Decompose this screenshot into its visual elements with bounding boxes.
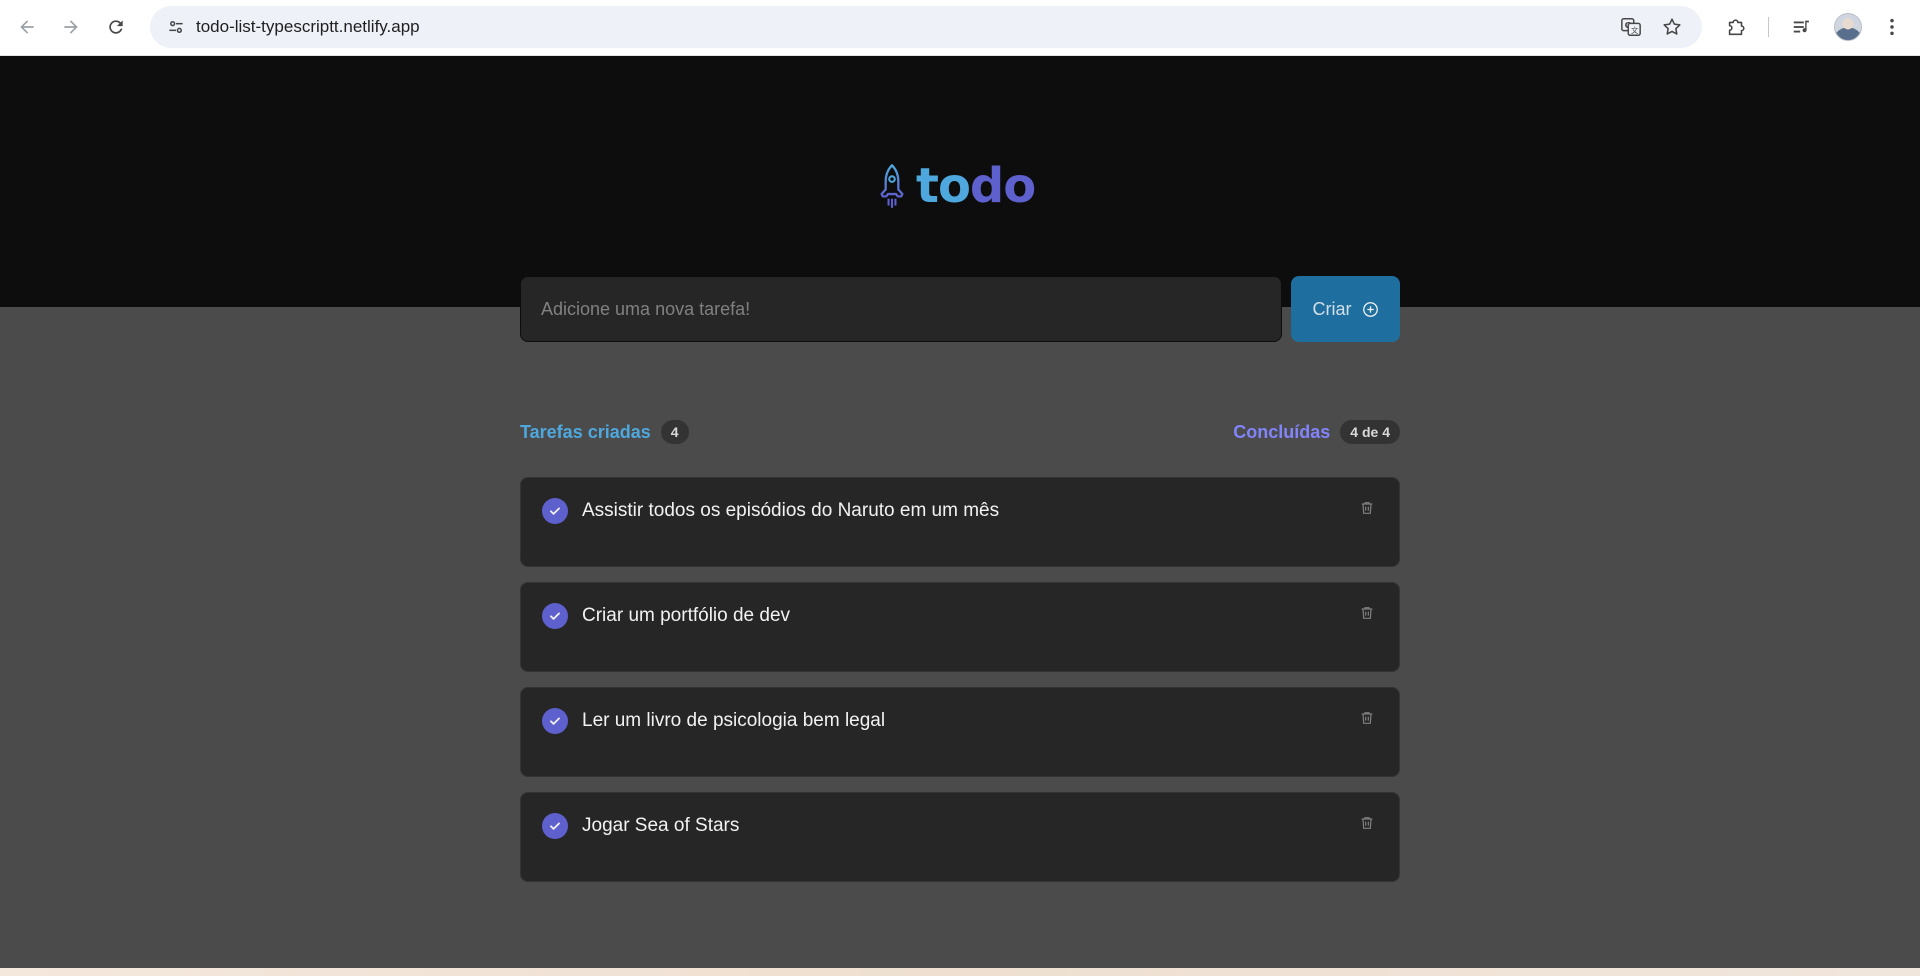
back-arrow-icon bbox=[20, 20, 34, 34]
delete-task-button[interactable] bbox=[1355, 496, 1379, 520]
task-item: Assistir todos os episódios do Naruto em… bbox=[520, 477, 1400, 567]
rocket-icon bbox=[880, 164, 904, 208]
completed-tasks-counter: Concluídas 4 de 4 bbox=[1233, 420, 1400, 444]
tune-icon bbox=[169, 20, 183, 33]
task-checkbox[interactable] bbox=[542, 708, 568, 734]
check-icon bbox=[550, 822, 560, 830]
trash-icon bbox=[1361, 712, 1373, 724]
menu-button[interactable] bbox=[1876, 11, 1908, 43]
created-tasks-counter: Tarefas criadas 4 bbox=[520, 420, 689, 444]
app-page: todo Criar Tarefas criadas 4 Concluídas … bbox=[0, 56, 1920, 968]
svg-text:文: 文 bbox=[1631, 26, 1639, 35]
toolbar-divider bbox=[1768, 17, 1769, 37]
forward-arrow-icon bbox=[64, 20, 78, 34]
plus-circle-icon bbox=[1362, 301, 1378, 317]
created-tasks-badge: 4 bbox=[660, 420, 689, 444]
reload-button[interactable] bbox=[99, 10, 133, 44]
app-header: todo bbox=[0, 56, 1920, 307]
media-queue-icon bbox=[1793, 20, 1809, 33]
task-checkbox[interactable] bbox=[542, 603, 568, 629]
logo: todo bbox=[878, 156, 1036, 216]
star-icon bbox=[1663, 18, 1681, 35]
trash-icon bbox=[1361, 607, 1373, 619]
create-task-button[interactable]: Criar bbox=[1291, 276, 1400, 342]
completed-tasks-badge: 4 de 4 bbox=[1340, 420, 1400, 444]
task-text: Assistir todos os episódios do Naruto em… bbox=[582, 500, 1000, 521]
translate-button[interactable]: G 文 bbox=[1617, 13, 1645, 41]
task-text: Ler um livro de psicologia bem legal bbox=[582, 710, 886, 731]
completed-tasks-label: Concluídas bbox=[1233, 421, 1331, 442]
task-checkbox[interactable] bbox=[542, 498, 568, 524]
back-button[interactable] bbox=[10, 10, 44, 44]
translate-icon: G 文 bbox=[1621, 18, 1641, 36]
delete-task-button[interactable] bbox=[1355, 811, 1379, 835]
task-list: Assistir todos os episódios do Naruto em… bbox=[520, 477, 1400, 897]
task-checkbox[interactable] bbox=[542, 813, 568, 839]
bookmark-button[interactable] bbox=[1658, 13, 1686, 41]
site-info-button[interactable] bbox=[160, 11, 192, 43]
task-item: Ler um livro de psicologia bem legal bbox=[520, 687, 1400, 777]
reload-icon bbox=[109, 20, 123, 34]
trash-icon bbox=[1361, 502, 1373, 514]
extensions-button[interactable] bbox=[1720, 11, 1752, 43]
logo-text: todo bbox=[916, 158, 1036, 214]
profile-avatar[interactable] bbox=[1834, 13, 1862, 41]
delete-task-button[interactable] bbox=[1355, 601, 1379, 625]
address-bar[interactable]: todo-list-typescriptt.netlify.app G 文 bbox=[150, 6, 1702, 48]
created-tasks-label: Tarefas criadas bbox=[520, 421, 651, 442]
puzzle-icon bbox=[1728, 19, 1745, 36]
kebab-menu-icon bbox=[1890, 18, 1894, 36]
trash-icon bbox=[1361, 817, 1373, 829]
browser-toolbar: todo-list-typescriptt.netlify.app G 文 bbox=[0, 0, 1920, 56]
logo-text-do: do bbox=[969, 158, 1036, 214]
check-icon bbox=[550, 507, 560, 515]
logo-text-to: to bbox=[916, 158, 971, 214]
create-button-label: Criar bbox=[1312, 298, 1352, 319]
task-text: Jogar Sea of Stars bbox=[582, 815, 740, 836]
media-button[interactable] bbox=[1786, 11, 1818, 43]
check-icon bbox=[550, 717, 560, 725]
forward-button[interactable] bbox=[54, 10, 88, 44]
task-item: Jogar Sea of Stars bbox=[520, 792, 1400, 882]
delete-task-button[interactable] bbox=[1355, 706, 1379, 730]
task-text: Criar um portfólio de dev bbox=[582, 605, 791, 626]
new-task-input[interactable] bbox=[520, 276, 1282, 342]
bottom-edge bbox=[0, 968, 1920, 976]
url-text[interactable]: todo-list-typescriptt.netlify.app bbox=[196, 6, 420, 48]
check-icon bbox=[550, 612, 560, 620]
task-item: Criar um portfólio de dev bbox=[520, 582, 1400, 672]
